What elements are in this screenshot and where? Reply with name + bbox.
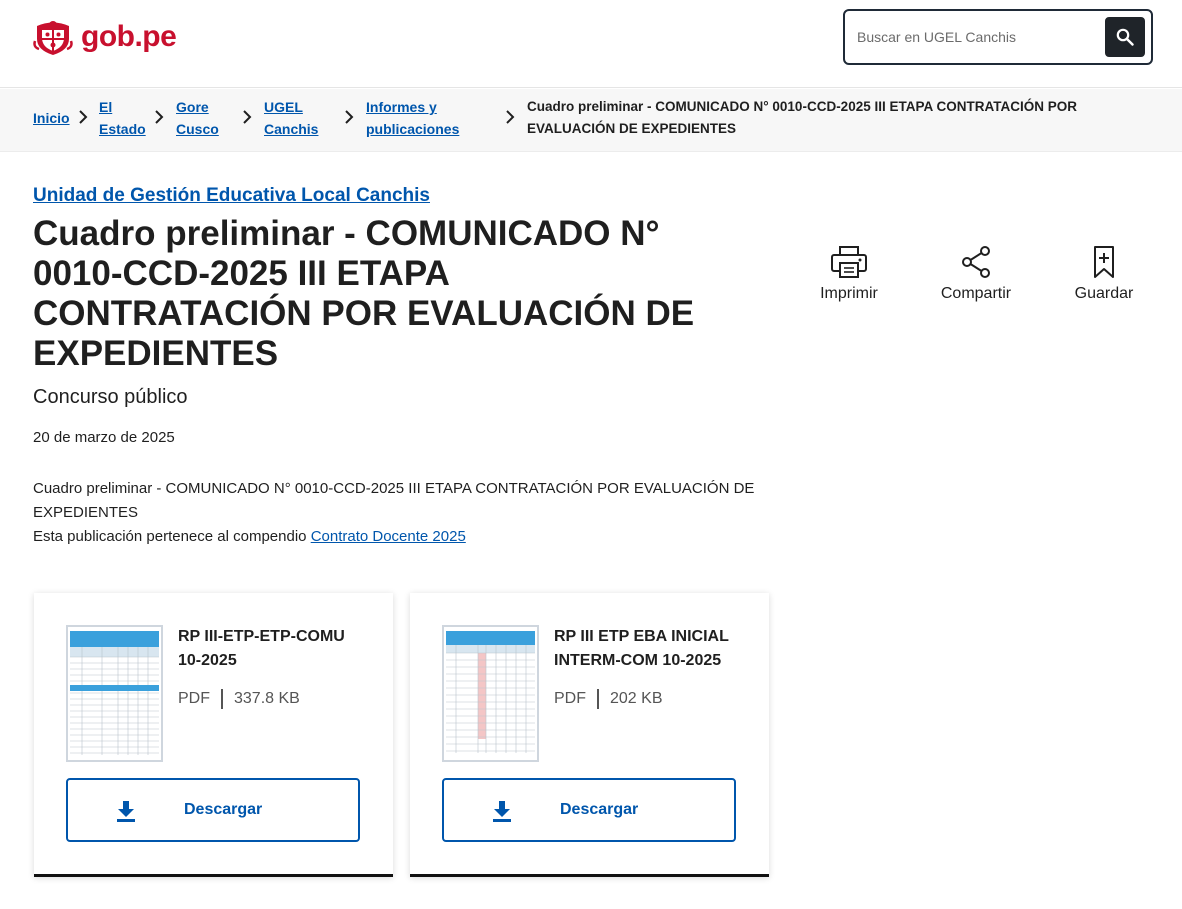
download-button[interactable]: Descargar (66, 778, 360, 842)
chevron-right-icon (506, 110, 515, 124)
download-label: Descargar (560, 801, 639, 818)
share-button[interactable]: Compartir (921, 245, 1031, 303)
gob-pe-logo[interactable]: gob.pe (33, 17, 177, 57)
file-meta: PDF 337.8 KB (178, 689, 300, 709)
search-box (843, 9, 1153, 65)
breadcrumb-current: Cuadro preliminar - COMUNICADO N° 0010-C… (527, 96, 1077, 140)
document-thumbnail (66, 625, 163, 762)
page-subtitle: Concurso público (33, 386, 188, 408)
save-button[interactable]: Guardar (1049, 245, 1159, 303)
download-icon (493, 801, 511, 822)
logo-text: gob.pe (81, 20, 177, 53)
chevron-right-icon (345, 110, 354, 124)
pdf-preview-image (444, 627, 537, 760)
breadcrumb-label: UGEL (264, 99, 303, 115)
print-button[interactable]: Imprimir (794, 245, 904, 303)
chevron-right-icon (79, 110, 88, 124)
printer-icon (831, 246, 867, 278)
site-header: gob.pe (0, 0, 1182, 88)
file-card: RP III ETP EBA INICIAL INTERM-COM 10-202… (410, 593, 769, 877)
pdf-preview-image (68, 627, 161, 760)
breadcrumb-inicio[interactable]: Inicio (33, 107, 70, 129)
search-input[interactable] (857, 25, 1097, 49)
print-label: Imprimir (820, 285, 878, 302)
publication-description: Cuadro preliminar - COMUNICADO N° 0010-C… (33, 477, 773, 549)
breadcrumb-ugel-canchis[interactable]: UGEL Canchis (264, 96, 318, 140)
breadcrumb-label: Estado (99, 121, 146, 137)
breadcrumb-label: Cusco (176, 121, 219, 137)
breadcrumb-label: Inicio (33, 110, 70, 126)
organization-link[interactable]: Unidad de Gestión Educativa Local Canchi… (33, 185, 430, 207)
file-size: 337.8 KB (234, 690, 300, 707)
file-meta: PDF 202 KB (554, 689, 662, 709)
file-card: RP III-ETP-ETP-COMU 10-2025 PDF 337.8 KB… (34, 593, 393, 877)
download-label: Descargar (184, 801, 263, 818)
file-size: 202 KB (610, 690, 663, 707)
breadcrumb-label: El (99, 99, 113, 115)
download-icon (117, 801, 135, 822)
description-text: Cuadro preliminar - COMUNICADO N° 0010-C… (33, 480, 755, 521)
breadcrumb-gore-cusco[interactable]: Gore Cusco (176, 96, 219, 140)
file-name: RP III-ETP-ETP-COMU 10-2025 (178, 628, 345, 669)
share-icon (962, 246, 990, 278)
breadcrumb-el-estado[interactable]: El Estado (99, 96, 146, 140)
bookmark-plus-icon (1094, 246, 1114, 278)
peru-shield-icon (33, 21, 73, 55)
breadcrumb-label: Gore (176, 99, 209, 115)
breadcrumb-label: publicaciones (366, 121, 460, 137)
document-thumbnail (442, 625, 539, 762)
breadcrumb-label: Informes y (366, 99, 437, 115)
file-name: RP III ETP EBA INICIAL INTERM-COM 10-202… (554, 628, 729, 669)
download-button[interactable]: Descargar (442, 778, 736, 842)
breadcrumb-label: EVALUACIÓN DE EXPEDIENTES (527, 121, 737, 136)
chevron-right-icon (155, 110, 164, 124)
search-icon (1116, 28, 1134, 46)
file-type: PDF (178, 690, 210, 707)
breadcrumb-label: Canchis (264, 121, 319, 137)
compendium-link[interactable]: Contrato Docente 2025 (311, 528, 466, 545)
breadcrumb-informes[interactable]: Informes y publicaciones (366, 96, 459, 140)
publication-date: 20 de marzo de 2025 (33, 429, 175, 446)
page-title: Cuadro preliminar - COMUNICADO N° 0010-C… (33, 214, 695, 373)
breadcrumb: Inicio El Estado Gore Cusco UGEL Canchis… (0, 89, 1182, 152)
chevron-right-icon (243, 110, 252, 124)
meta-divider (221, 689, 223, 709)
meta-divider (597, 689, 599, 709)
save-label: Guardar (1074, 285, 1134, 302)
compendium-prefix: Esta publicación pertenece al compendio (33, 528, 307, 545)
share-label: Compartir (940, 285, 1012, 302)
search-button[interactable] (1105, 17, 1145, 57)
breadcrumb-label: Cuadro preliminar - COMUNICADO N° 0010-C… (527, 99, 1077, 114)
file-type: PDF (554, 690, 586, 707)
